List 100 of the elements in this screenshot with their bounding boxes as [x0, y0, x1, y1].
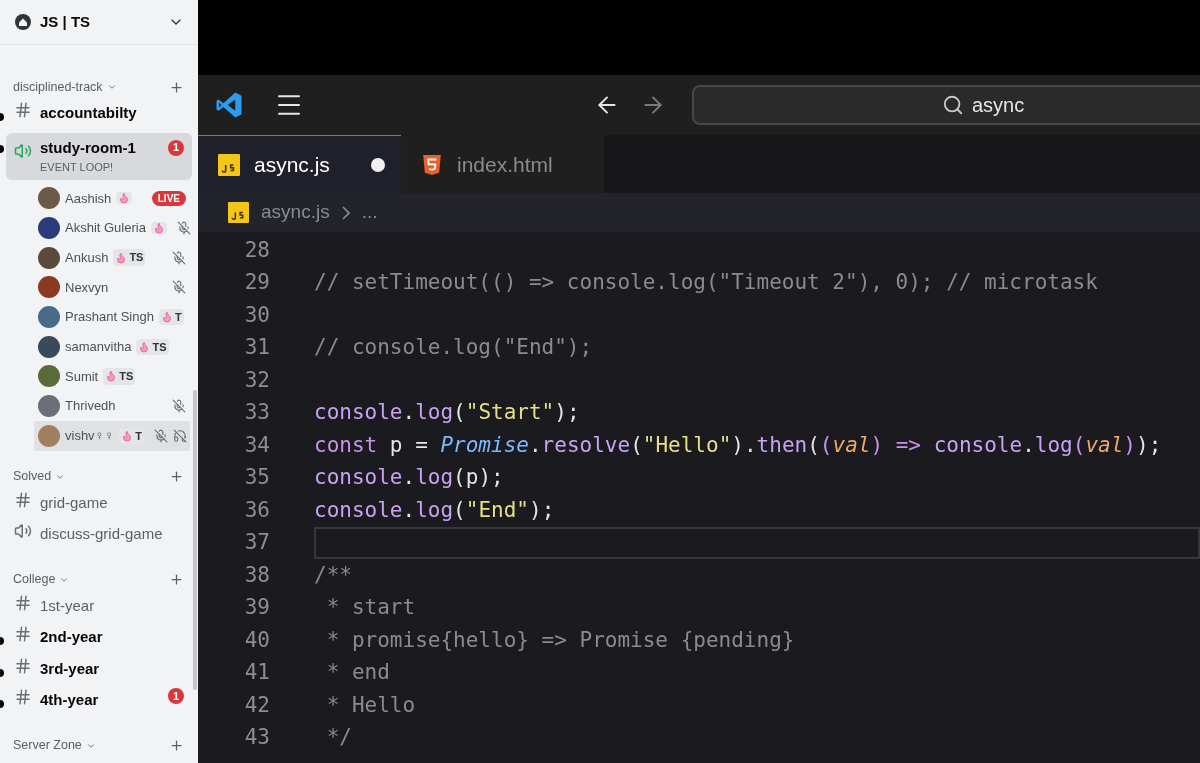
line-number: 33: [243, 399, 270, 426]
code-line: console.log(p);: [314, 464, 505, 491]
voice-member[interactable]: Sumit TS: [34, 361, 190, 392]
flame-icon: [160, 311, 173, 324]
channel-item[interactable]: 3rd-year: [6, 656, 192, 689]
channel-item[interactable]: accountabilty: [6, 101, 192, 133]
channel-name: grid-game: [40, 492, 109, 513]
server-tag: TS: [103, 368, 136, 385]
voice-member[interactable]: Nexvyn: [34, 272, 190, 303]
add-channel-icon[interactable]: [169, 469, 184, 485]
mention-badge: 1: [168, 139, 184, 156]
flame-icon: [115, 251, 128, 264]
hash-icon: [14, 688, 32, 707]
line-number: 37: [243, 529, 270, 556]
member-name: Prashant Singh: [65, 308, 154, 327]
server-tag: TS: [136, 338, 169, 356]
code-line: * end: [325, 659, 391, 686]
flame-icon: [121, 429, 134, 442]
add-channel-icon[interactable]: [169, 572, 184, 588]
code-line: * Hello: [325, 691, 417, 719]
member-name: Thrivedh: [65, 397, 116, 416]
hash-icon: [14, 625, 32, 644]
channel-name: 3rd-year: [40, 658, 101, 679]
hash-icon: [14, 656, 32, 675]
voice-member[interactable]: Prashant Singh T: [34, 302, 190, 332]
voice-member[interactable]: Thrivedh: [34, 391, 190, 421]
search-icon: [942, 94, 964, 116]
line-number: 29: [243, 269, 270, 296]
live-badge: LIVE: [151, 190, 186, 206]
code-line: console.log("End");: [314, 496, 556, 524]
channel-item[interactable]: discuss-grid-game: [6, 522, 192, 554]
server-header[interactable]: JS | TS: [0, 0, 198, 45]
chevron-right-icon: [341, 205, 350, 220]
breadcrumb-more[interactable]: ...: [361, 198, 378, 227]
server-tag: TS: [113, 249, 146, 266]
code-line: * start: [325, 594, 417, 621]
flame-icon: [138, 340, 151, 353]
add-channel-icon[interactable]: [169, 738, 184, 754]
voice-member[interactable]: vishv♀♀ T: [34, 421, 190, 451]
channel-item[interactable]: study-room-1 EVENT LOOP! 1: [6, 132, 192, 180]
hash-icon: [14, 101, 32, 119]
category-name[interactable]: Server Zone: [13, 736, 82, 756]
html-file-icon: [421, 153, 443, 176]
breadcrumb-file[interactable]: async.js: [261, 198, 330, 227]
voice-member[interactable]: Aashish LIVE: [34, 183, 190, 214]
line-number: 40: [243, 626, 270, 654]
add-channel-icon[interactable]: [169, 79, 184, 95]
category-name[interactable]: Solved: [13, 467, 52, 487]
voice-member[interactable]: Ankush TS: [34, 242, 190, 273]
channel-name: accountabilty: [40, 103, 138, 123]
channel-item[interactable]: grid-game: [6, 490, 192, 523]
js-file-icon: [218, 153, 240, 176]
line-number: 38: [243, 561, 270, 589]
member-name: Sumit: [65, 367, 99, 386]
member-name: Nexvyn: [65, 278, 109, 297]
voice-member[interactable]: Akshit Guleria: [34, 213, 190, 243]
member-name: vishv♀♀: [65, 427, 115, 446]
server-tag: T: [158, 308, 184, 326]
line-number: 32: [243, 366, 270, 394]
editor-tab[interactable]: index.html: [401, 135, 604, 193]
channel-item[interactable]: 2nd-year: [6, 625, 192, 657]
editor-tab[interactable]: async.js: [198, 135, 401, 193]
speaker-icon: [14, 522, 32, 541]
code-line: * promise{hello} => Promise {pending}: [325, 626, 796, 654]
channel-name: study-room-1: [40, 137, 137, 158]
mention-badge: 1: [168, 688, 184, 705]
member-name: Akshit Guleria: [65, 219, 146, 238]
code-line: console.log("Start");: [314, 399, 581, 426]
category-name[interactable]: disciplined-track: [13, 77, 103, 97]
speaker-icon: [14, 141, 32, 160]
hash-icon: [14, 490, 32, 509]
voice-member[interactable]: samanvitha TS: [34, 331, 190, 362]
code-line: */: [325, 724, 353, 751]
member-name: Aashish: [65, 189, 112, 208]
channel-name: 2nd-year: [40, 627, 104, 648]
search-field[interactable]: async: [692, 85, 1200, 125]
code-line: /**: [314, 561, 353, 589]
server-tag: T: [119, 427, 144, 445]
search-text: async: [972, 93, 1025, 118]
server-name: JS | TS: [40, 11, 91, 32]
code-line: // setTimeout(() => console.log("Timeout 2"), 0); // microtask: [314, 269, 1099, 296]
channel-status: EVENT LOOP!: [40, 159, 115, 175]
line-number: 42: [243, 691, 270, 719]
code-line: const p = Promise.resolve("Hello").then((val) => console.log(val));: [314, 431, 1163, 459]
server-icon: [14, 13, 32, 31]
vscode-logo: [214, 90, 244, 120]
line-number: 35: [243, 464, 270, 491]
channel-name: 4th-year: [40, 690, 100, 711]
line-number: 30: [243, 301, 270, 329]
channel-item[interactable]: 1st-year: [6, 593, 192, 626]
chevron-down-icon: [106, 82, 117, 92]
line-number: 34: [243, 431, 270, 459]
channel-item[interactable]: 4th-year 1: [6, 688, 192, 720]
category-name[interactable]: College: [13, 570, 56, 590]
channel-name: discuss-grid-game: [40, 524, 164, 545]
flame-icon: [105, 370, 118, 383]
line-number: 41: [243, 659, 270, 686]
line-number: 28: [243, 236, 270, 264]
line-number: 36: [243, 496, 270, 524]
code-line: // console.log("End");: [314, 334, 594, 361]
